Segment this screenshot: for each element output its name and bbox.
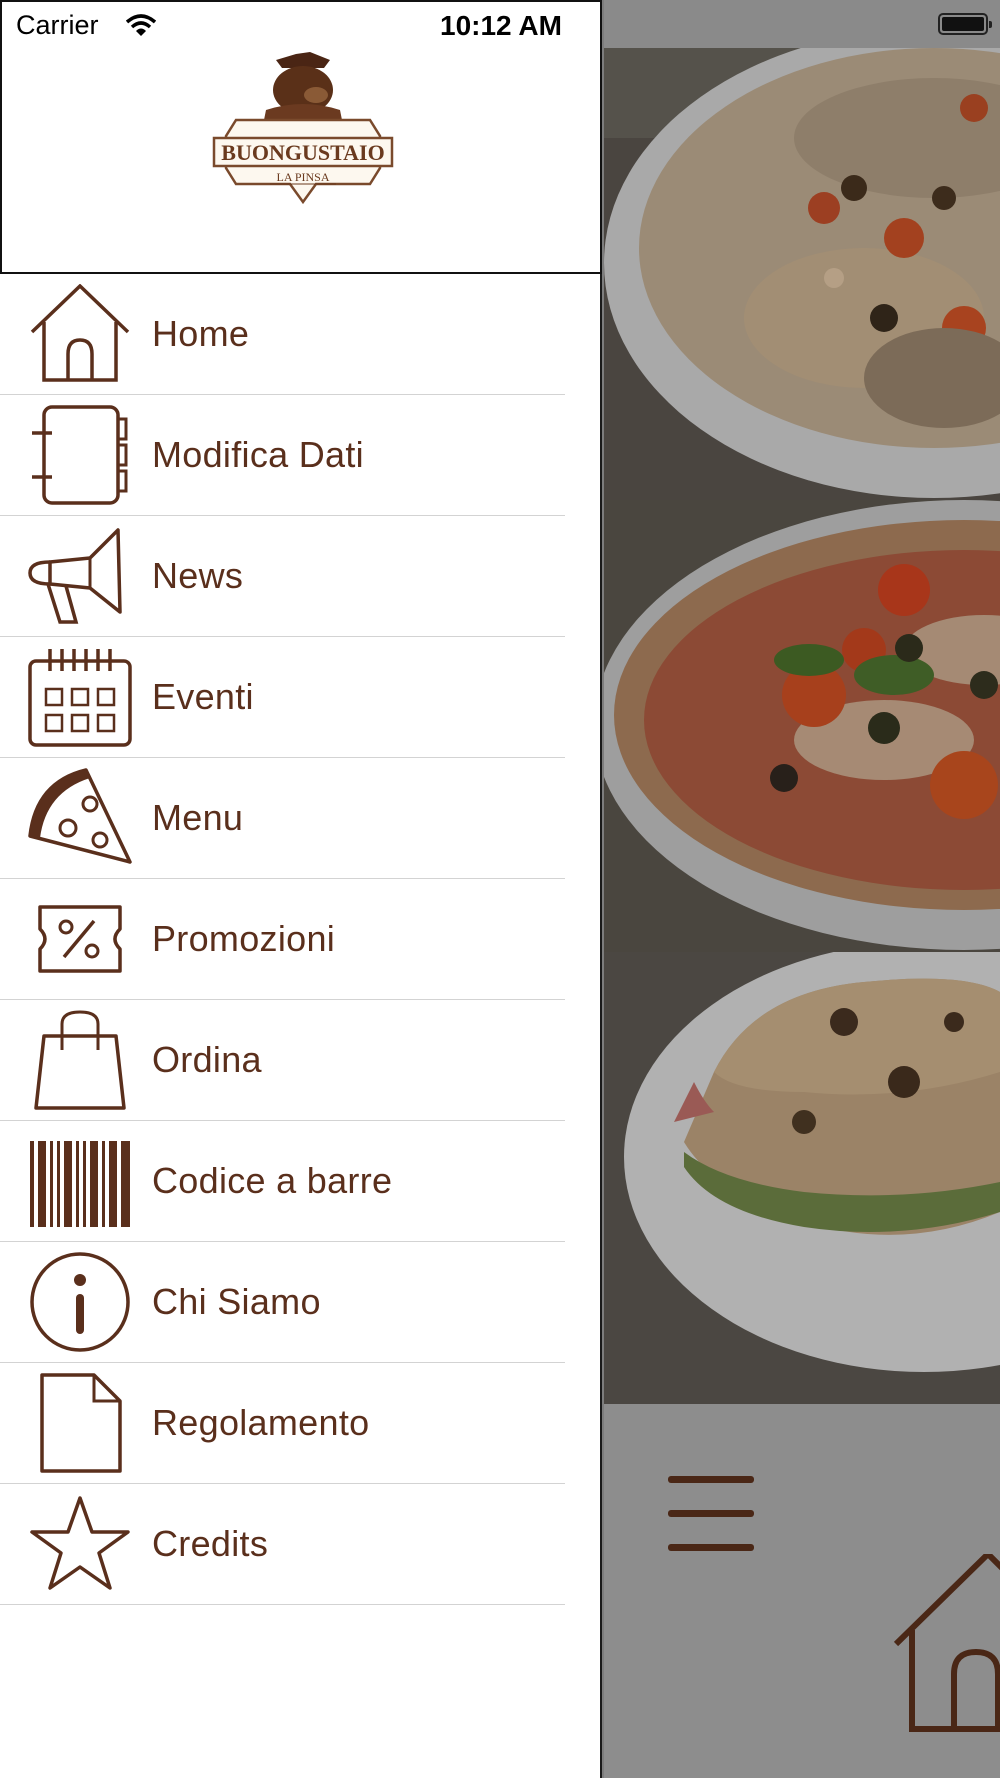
menu-item-label: News (152, 555, 244, 596)
shopping-bag-icon (34, 1010, 126, 1110)
menu-item-credits[interactable]: Credits (0, 1484, 565, 1605)
star-icon (30, 1496, 130, 1590)
menu-item-label: Regolamento (152, 1402, 370, 1443)
menu-item-eventi[interactable]: Eventi (0, 637, 565, 758)
house-icon (30, 284, 130, 382)
side-drawer: Carrier 10:12 AM BUONGUSTAIO LA PINSA Ho… (0, 0, 602, 1778)
battery-icon (938, 13, 992, 35)
main-status-bar (604, 0, 1000, 48)
menu-item-label: Ordina (152, 1039, 262, 1080)
brand-name: BUONGUSTAIO (221, 140, 384, 165)
wifi-icon (126, 14, 156, 36)
menu-item-ordina[interactable]: Ordina (0, 1000, 565, 1121)
menu-item-label: Promozioni (152, 918, 336, 959)
menu-item-label: Chi Siamo (152, 1281, 321, 1322)
drawer-menu: Home Modifica Dati News Eventi Menu Prom… (0, 274, 600, 1605)
percent-ticket-icon (38, 905, 122, 973)
drawer-header: Carrier 10:12 AM BUONGUSTAIO LA PINSA (0, 0, 602, 274)
menu-item-home[interactable]: Home (0, 274, 565, 395)
brand-tagline: LA PINSA (276, 170, 329, 184)
info-icon (30, 1252, 130, 1352)
clock-time: 10:12 AM (440, 10, 562, 41)
menu-item-label: Credits (152, 1523, 269, 1564)
carrier-label: Carrier (16, 10, 99, 40)
menu-item-modifica-dati[interactable]: Modifica Dati (0, 395, 565, 516)
menu-item-menu[interactable]: Menu (0, 758, 565, 879)
pizza-slice-icon (28, 768, 132, 864)
menu-item-chi-siamo[interactable]: Chi Siamo (0, 1242, 565, 1363)
food-photo-seafood-pizza (604, 48, 1000, 500)
menu-item-label: Codice a barre (152, 1160, 393, 1201)
megaphone-icon (28, 528, 122, 624)
menu-item-codice-a-barre[interactable]: Codice a barre (0, 1121, 565, 1242)
main-bottom-bar (604, 1404, 1000, 1778)
menu-item-label: Menu (152, 797, 244, 838)
menu-item-promozioni[interactable]: Promozioni (0, 879, 565, 1000)
notebook-icon (32, 405, 128, 505)
barcode-icon (30, 1141, 130, 1227)
house-icon[interactable] (888, 1554, 1000, 1734)
main-screen-background (604, 0, 1000, 1778)
menu-item-label: Eventi (152, 676, 254, 717)
buongustaio-logo: BUONGUSTAIO LA PINSA (212, 52, 394, 205)
menu-item-regolamento[interactable]: Regolamento (0, 1363, 565, 1484)
food-photo-pinsa-sandwich (604, 952, 1000, 1404)
hamburger-menu-icon[interactable] (668, 1476, 756, 1558)
food-photo-margherita-pizza (604, 500, 1000, 952)
menu-item-label: Modifica Dati (152, 434, 364, 475)
document-icon (40, 1373, 122, 1473)
calendar-icon (28, 649, 132, 747)
menu-item-news[interactable]: News (0, 516, 565, 637)
menu-item-label: Home (152, 313, 250, 354)
